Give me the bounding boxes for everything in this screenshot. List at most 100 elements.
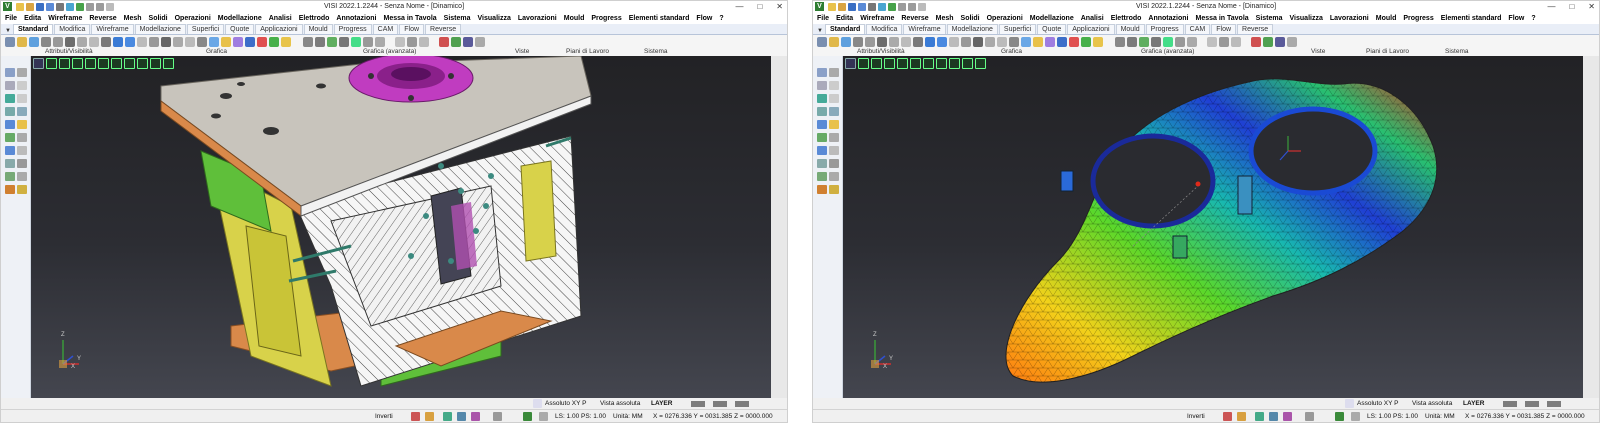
view-cube5-icon[interactable] [910,58,921,69]
side-tool-20-icon[interactable] [17,185,27,194]
solid-icon[interactable] [925,36,935,47]
side-tool-11-icon[interactable] [5,133,15,142]
view-top-icon[interactable] [1127,36,1137,47]
system-icon[interactable] [1251,36,1261,47]
side-tool-17-icon[interactable] [817,172,827,181]
view-cube6-icon[interactable] [923,58,934,69]
side-tool-19-icon[interactable] [5,185,15,194]
tab-superfici[interactable]: Superfici [186,24,225,34]
menu-lavorazioni[interactable]: Lavorazioni [518,15,557,22]
menu-flow[interactable]: Flow [1508,15,1524,22]
pan-icon[interactable] [185,36,195,47]
menu-analisi[interactable]: Analisi [269,15,292,22]
side-tool-10-icon[interactable] [17,120,27,129]
snap-icon[interactable] [443,412,452,421]
menu-solidi[interactable]: Solidi [149,15,168,22]
grid-toggle-icon[interactable] [1351,412,1360,421]
side-tool-18-icon[interactable] [17,172,27,181]
view-back-icon[interactable] [351,36,361,47]
side-tool-9-icon[interactable] [5,120,15,129]
side-tool-4-icon[interactable] [829,81,839,90]
menu-help[interactable]: ? [719,15,723,22]
tab-modellazione[interactable]: Modellazione [946,24,998,34]
app-logo-icon[interactable]: V [3,2,12,11]
menu-analisi[interactable]: Analisi [1081,15,1104,22]
save-icon[interactable] [36,2,44,11]
system4-icon[interactable] [475,36,485,47]
plane3-icon[interactable] [1231,36,1241,47]
zoom-icon[interactable] [985,36,995,47]
tab-mould[interactable]: Mould [303,24,333,34]
side-tool-5-icon[interactable] [817,94,827,103]
tab-applicazioni[interactable]: Applicazioni [255,24,303,34]
view-list-icon[interactable] [1187,36,1197,47]
redo-icon[interactable] [908,2,916,11]
menu-visualizza[interactable]: Visualizza [1290,15,1323,22]
menu-help[interactable]: ? [1531,15,1535,22]
tab-standard[interactable]: Standard [824,24,866,34]
tab-reverse[interactable]: Reverse [1237,24,1274,34]
view-cube9-icon[interactable] [150,58,161,69]
tab-cam[interactable]: CAM [1184,24,1211,34]
new-icon[interactable] [828,2,836,11]
save-icon[interactable] [848,2,856,11]
view-cube3-icon[interactable] [884,58,895,69]
view-cube10-icon[interactable] [163,58,174,69]
select-mode-icon[interactable] [1223,412,1232,421]
view-front-icon[interactable] [327,36,337,47]
side-tool-12-icon[interactable] [829,133,839,142]
undo-icon[interactable] [86,2,94,11]
customize-icon[interactable] [918,2,926,11]
redo-icon[interactable] [96,2,104,11]
menu-modellazione[interactable]: Modellazione [1030,15,1074,22]
view-menu-icon[interactable] [845,58,856,69]
side-tool-3-icon[interactable] [817,81,827,90]
maximize-icon[interactable]: □ [1569,1,1574,12]
plane3-icon[interactable] [419,36,429,47]
shade2-icon[interactable] [281,36,291,47]
menu-mesh[interactable]: Mesh [124,15,142,22]
truck-icon[interactable] [1283,412,1292,421]
menu-progress[interactable]: Progress [1403,15,1433,22]
material-icon[interactable] [233,36,243,47]
chevron-down-icon[interactable]: ▼ [5,28,11,34]
view-side-icon[interactable] [1151,36,1161,47]
side-tool-8-icon[interactable] [829,107,839,116]
box-icon[interactable] [961,36,971,47]
side-tool-18-icon[interactable] [829,172,839,181]
menu-visualizza[interactable]: Visualizza [478,15,511,22]
view-cube9-icon[interactable] [962,58,973,69]
menu-edita[interactable]: Edita [836,15,853,22]
view-side-icon[interactable] [339,36,349,47]
plane-icon[interactable] [1207,36,1217,47]
color-icon[interactable] [841,36,851,47]
refresh-icon[interactable] [1335,412,1344,421]
select-icon[interactable] [901,36,911,47]
side-tool-12-icon[interactable] [17,133,27,142]
menu-sistema[interactable]: Sistema [1256,15,1283,22]
hide-icon[interactable] [853,36,863,47]
side-tool-14-icon[interactable] [829,146,839,155]
minimize-icon[interactable]: — [1547,1,1555,12]
menu-messa-in-tavola[interactable]: Messa in Tavola [1195,15,1248,22]
light-icon[interactable] [221,36,231,47]
minimize-icon[interactable]: — [735,1,743,12]
menu-mould[interactable]: Mould [564,15,585,22]
rotate-icon[interactable] [1009,36,1019,47]
rotate-icon[interactable] [197,36,207,47]
shade-icon[interactable] [973,36,983,47]
plane2-icon[interactable] [1219,36,1229,47]
layer-status[interactable]: LAYER [1463,398,1484,410]
side-tool-1-icon[interactable] [5,68,15,77]
tab-modellazione[interactable]: Modellazione [134,24,186,34]
menu-flow[interactable]: Flow [696,15,712,22]
filter-icon[interactable] [889,36,899,47]
tab-cam[interactable]: CAM [372,24,399,34]
spheres-icon[interactable] [1081,36,1091,47]
refresh-icon[interactable] [523,412,532,421]
layer-icon[interactable] [829,36,839,47]
open-icon[interactable] [26,2,34,11]
menu-messa-in-tavola[interactable]: Messa in Tavola [383,15,436,22]
app-logo-icon[interactable]: V [815,2,824,11]
view-cube5-icon[interactable] [98,58,109,69]
